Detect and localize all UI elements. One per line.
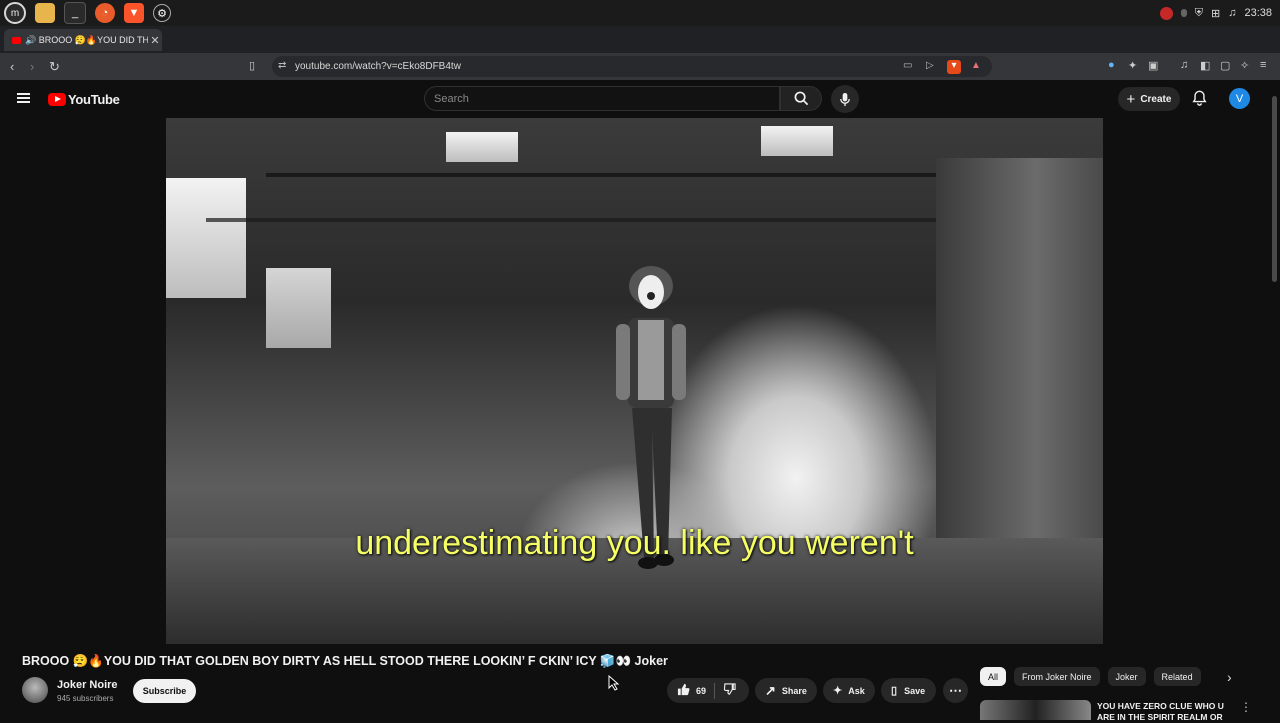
send-icon[interactable]: ▷	[926, 60, 934, 71]
video-title: BROOO 😮‍💨🔥YOU DID THAT GOLDEN BOY DIRTY …	[22, 654, 668, 668]
address-bar[interactable]: ⇄ youtube.com/watch?v=cEko8DFB4tw ▭ ▷ ▾ …	[272, 56, 992, 77]
screenshot-icon[interactable]: ▢	[1220, 59, 1230, 72]
guide-menu-icon[interactable]	[17, 93, 30, 103]
warehouse-window-left-2	[266, 268, 331, 348]
mouse-cursor-icon	[608, 675, 620, 691]
create-label: Create	[1140, 93, 1172, 105]
more-icon: ⋯	[949, 682, 962, 698]
plus-icon: +	[1126, 90, 1136, 108]
save-playlist-icon: ▯	[891, 685, 898, 697]
search-input[interactable]: Search	[424, 86, 780, 111]
youtube-play-icon	[48, 93, 66, 106]
brave-browser-icon[interactable]: ▼	[124, 3, 144, 23]
sparkle-icon: ✦	[833, 685, 843, 697]
forward-icon[interactable]: ›	[30, 59, 34, 74]
search-button[interactable]	[780, 86, 822, 111]
extensions-icon[interactable]: ✦	[1128, 59, 1137, 72]
mint-menu-icon[interactable]: m	[4, 2, 26, 24]
ask-button[interactable]: ✦ Ask	[823, 678, 875, 703]
more-actions-button[interactable]: ⋯	[943, 678, 968, 703]
like-dislike-group: 69	[667, 678, 749, 703]
brave-shields-icon[interactable]: ▾	[947, 60, 961, 74]
save-label: Save	[904, 685, 926, 696]
skylight-right	[761, 126, 833, 156]
subscriber-count: 945 subscribers	[57, 694, 114, 703]
share-icon: ↗	[765, 682, 776, 698]
network-icon[interactable]: ⊞	[1211, 7, 1220, 20]
dot-icon[interactable]	[1180, 9, 1187, 17]
youtube-logo[interactable]: YouTube	[48, 92, 120, 107]
settings-app-icon[interactable]: ⚙	[153, 4, 171, 22]
terminal-app-icon[interactable]: _	[64, 2, 86, 24]
youtube-favicon-icon	[12, 36, 21, 44]
shield-tray-icon[interactable]: ⛨	[1195, 7, 1203, 20]
browser-tabstrip: 🔊 BROOO 😮‍💨🔥YOU DID TH ✕ + — ⧉ ✕	[0, 26, 1280, 71]
dislike-button[interactable]	[723, 683, 736, 698]
voice-search-button[interactable]	[831, 85, 859, 113]
bookmark-icon[interactable]: ▯	[249, 59, 255, 72]
notifications-button[interactable]	[1192, 90, 1207, 111]
back-icon[interactable]: ‹	[10, 59, 14, 74]
clock[interactable]: 23:38	[1244, 7, 1272, 19]
like-count: 69	[696, 685, 707, 696]
like-button[interactable]	[677, 683, 690, 698]
close-tab-icon[interactable]: ✕	[148, 34, 162, 47]
roof-beam	[266, 173, 986, 177]
site-info-icon[interactable]: ⇄	[278, 60, 286, 71]
microphone-icon	[840, 92, 850, 106]
chip-joker[interactable]: Joker	[1107, 667, 1146, 686]
share-label: Share	[781, 685, 807, 696]
files-app-icon[interactable]	[35, 3, 55, 23]
browser-toolbar: ‹ › ↻ ▯ ⇄ youtube.com/watch?v=cEko8DFB4t…	[0, 53, 1280, 80]
recommendation-chips: All From Joker Noire Joker Related	[980, 667, 1201, 686]
save-button[interactable]: ▯ Save	[881, 678, 936, 703]
subscribe-button[interactable]: Subscribe	[133, 679, 196, 703]
page-scrollbar[interactable]	[1272, 96, 1277, 282]
ask-label: Ask	[848, 685, 865, 696]
recommended-video-thumbnail[interactable]	[980, 700, 1091, 720]
wallet-icon[interactable]: ▣	[1148, 59, 1158, 72]
brave-rewards-icon[interactable]: ▲	[971, 60, 981, 71]
sidebar-toggle-icon[interactable]: ◧	[1200, 59, 1210, 72]
timeshift-app-icon[interactable]: ◔	[95, 3, 115, 23]
video-info-panel: BROOO 😮‍💨🔥YOU DID THAT GOLDEN BOY DIRTY …	[0, 644, 1280, 722]
search-placeholder: Search	[434, 93, 469, 105]
url-text[interactable]: youtube.com/watch?v=cEko8DFB4tw	[295, 61, 461, 72]
chip-all[interactable]: All	[980, 667, 1007, 686]
os-taskbar: m _ ◔ ▼ ⚙ ⛨ ⊞ ♫ 23:38	[0, 0, 1280, 26]
like-divider	[714, 682, 716, 699]
channel-name[interactable]: Joker Noire	[57, 679, 118, 691]
video-player[interactable]: underestimating you. like you weren't	[166, 118, 1103, 644]
youtube-header: YouTube Search + Create V	[0, 80, 1280, 118]
chip-related[interactable]: Related	[1153, 667, 1201, 686]
media-icon[interactable]: ♫	[1180, 59, 1188, 71]
cast-icon[interactable]: ▭	[903, 60, 912, 71]
create-button[interactable]: + Create	[1118, 87, 1180, 111]
tab-title: 🔊 BROOO 😮‍💨🔥YOU DID TH	[25, 34, 148, 45]
video-caption: underestimating you. like you weren't	[355, 524, 914, 562]
youtube-wordmark: YouTube	[68, 92, 120, 107]
search-icon	[794, 91, 808, 106]
warehouse-wall-right	[936, 158, 1103, 578]
system-tray: ⛨ ⊞ ♫ 23:38	[1159, 0, 1272, 26]
thumbs-up-icon	[677, 683, 690, 696]
warehouse-window-left	[166, 178, 246, 298]
music-tray-icon[interactable]: ♫	[1228, 7, 1236, 19]
chip-from-channel[interactable]: From Joker Noire	[1014, 667, 1100, 686]
vpn-extension-icon[interactable]: ●	[1108, 59, 1115, 71]
tab-youtube[interactable]: 🔊 BROOO 😮‍💨🔥YOU DID TH ✕	[4, 29, 162, 51]
ai-assistant-icon[interactable]: ✧	[1240, 59, 1249, 72]
recommended-more-icon[interactable]: ⋮	[1240, 700, 1252, 714]
account-avatar[interactable]: V	[1229, 88, 1250, 109]
reload-icon[interactable]: ↻	[49, 59, 60, 75]
thumbs-down-icon	[723, 683, 736, 695]
recording-icon[interactable]	[1159, 6, 1173, 20]
share-button[interactable]: ↗ Share	[755, 678, 817, 703]
browser-menu-icon[interactable]: ≡	[1260, 59, 1266, 71]
chevron-right-icon[interactable]: ›	[1227, 669, 1232, 685]
bell-icon	[1192, 90, 1207, 106]
channel-avatar[interactable]	[22, 677, 48, 703]
skylight-left	[446, 132, 518, 162]
